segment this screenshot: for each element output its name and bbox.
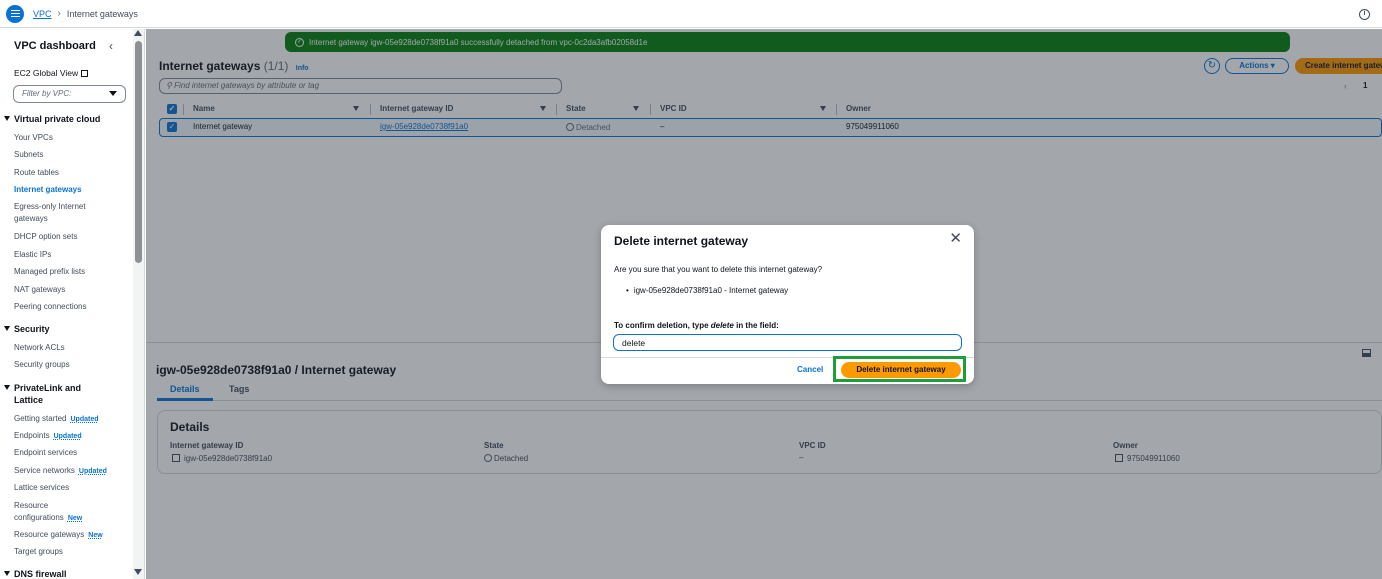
sidebar-section-privatelink-and-lattice[interactable]: PrivateLink and Lattice [4,382,81,406]
sidebar-item-label: Getting started [14,414,67,423]
dialog-item: igw-05e928de0738f91a0 - Internet gateway [626,286,788,295]
info-icon[interactable]: i [1359,9,1370,20]
section-label: Security [14,324,50,334]
menu-icon[interactable] [6,4,24,23]
sidebar-item-label: Resource [14,501,49,510]
section-label: PrivateLink and [14,383,82,393]
sidebar-item-elastic-ips[interactable]: Elastic IPs [14,249,51,261]
sidebar-item-peering-connections[interactable]: Peering connections [14,301,87,313]
sidebar-scrollbar[interactable] [133,29,145,579]
section-label: DNS firewall [14,569,67,579]
caret-down-icon [4,116,10,121]
highlight-box [833,356,966,382]
sidebar-item-target-groups[interactable]: Target groups [14,546,63,558]
sidebar-item-label: Resource gateways [14,530,85,539]
external-link-icon [81,70,89,77]
dialog-question: Are you sure that you want to delete thi… [614,265,823,274]
sidebar-item-ec2-global-view[interactable]: EC2 Global View [14,68,89,78]
caret-down-icon [109,91,117,96]
sidebar-item-resource-configurations[interactable]: Resource configurations New [14,500,82,525]
sidebar-section-security[interactable]: Security [4,324,50,334]
caret-down-icon [4,385,10,390]
sidebar-item-resource-gateways[interactable]: Resource gateways New [14,529,103,542]
sidebar-item-nat-gateways[interactable]: NAT gateways [14,284,65,296]
sidebar-item-label: Service networks [14,466,75,475]
sidebar-item-managed-prefix-lists[interactable]: Managed prefix lists [14,266,85,278]
sidebar-item-label: gateways [14,214,48,223]
updated-badge: Updated [53,433,82,440]
sidebar-item-label: EC2 Global View [14,68,79,78]
sidebar-item-label: Endpoints [14,431,50,440]
sidebar-item-lattice-services[interactable]: Lattice services [14,482,69,494]
sidebar-item-label: configurations [14,513,64,522]
confirm-delete-input[interactable] [613,334,962,351]
sidebar: VPC dashboard ‹ EC2 Global View Filter b… [0,29,133,579]
confirm-word: delete [710,321,734,330]
sidebar-item-internet-gateways[interactable]: Internet gateways [14,184,82,196]
section-label: Virtual private cloud [14,114,101,124]
updated-badge: Updated [78,468,107,475]
sidebar-item-egress-only-internet-gateways[interactable]: Egress-only Internet gateways [14,201,86,225]
new-badge: New [88,532,103,539]
top-navigation-bar: VPC › Internet gateways i [0,0,1382,28]
sidebar-item-subnets[interactable]: Subnets [14,149,43,161]
confirm-instructions: To confirm deletion, type delete in the … [614,321,779,330]
filter-by-vpc-select[interactable]: Filter by VPC: [13,85,126,103]
new-badge: New [67,515,83,522]
sidebar-item-network-acls[interactable]: Network ACLs [14,342,65,354]
chevron-right-icon: › [57,8,61,19]
dialog-title: Delete internet gateway [614,234,749,248]
collapse-sidebar-icon[interactable]: ‹ [109,39,113,53]
caret-down-icon [4,571,10,576]
confirm-prefix: To confirm deletion, type [614,321,711,330]
breadcrumb-vpc-link[interactable]: VPC [33,9,52,19]
confirm-suffix: in the field: [733,321,779,330]
sidebar-title: VPC dashboard [14,40,96,52]
sidebar-item-label: Egress-only Internet [14,202,86,211]
updated-badge: Updated [70,416,99,423]
section-label: Lattice [14,395,44,405]
sidebar-item-route-tables[interactable]: Route tables [14,167,59,179]
cancel-button[interactable]: Cancel [797,365,823,374]
sidebar-item-service-networks[interactable]: Service networks Updated [14,465,107,478]
close-icon[interactable]: ✕ [949,231,962,246]
sidebar-section-dns-firewall[interactable]: DNS firewall [4,569,67,579]
sidebar-item-endpoint-services[interactable]: Endpoint services [14,447,77,459]
scroll-down-arrow-icon[interactable] [134,569,142,575]
sidebar-item-getting-started[interactable]: Getting started Updated [14,413,98,426]
sidebar-item-security-groups[interactable]: Security groups [14,359,70,371]
sidebar-item-dhcp-option-sets[interactable]: DHCP option sets [14,231,77,243]
scrollbar-thumb[interactable] [135,41,142,263]
sidebar-item-your-vpcs[interactable]: Your VPCs [14,132,53,144]
sidebar-item-endpoints[interactable]: Endpoints Updated [14,430,82,443]
sidebar-section-virtual-private-cloud[interactable]: Virtual private cloud [4,114,100,124]
caret-down-icon [4,326,10,331]
breadcrumb-current: Internet gateways [66,8,138,19]
scroll-up-arrow-icon[interactable] [134,30,142,36]
filter-placeholder: Filter by VPC: [22,89,72,98]
